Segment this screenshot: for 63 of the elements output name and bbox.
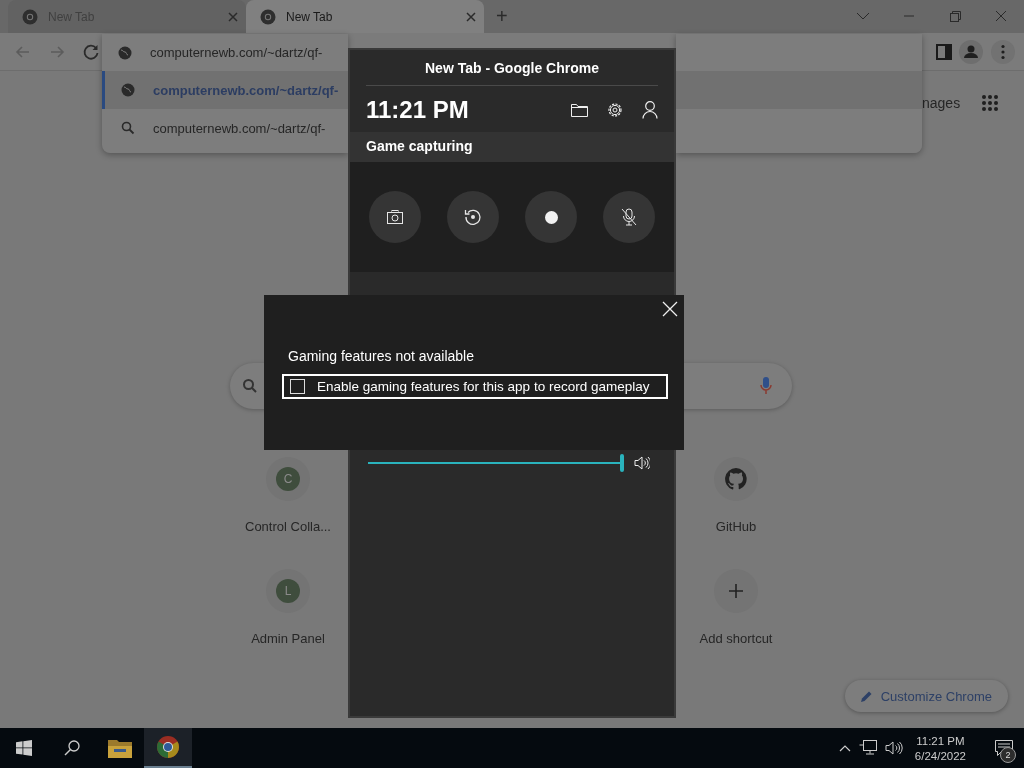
tab-title: New Tab [286, 9, 334, 24]
capture-button[interactable] [525, 191, 577, 243]
message-icon [995, 740, 1013, 756]
shortcut-tile[interactable]: GitHub [680, 449, 792, 541]
apps-grid-icon[interactable] [981, 94, 999, 112]
images-link[interactable]: nages [922, 95, 961, 111]
profile-icon[interactable] [958, 38, 984, 65]
globe-icon [118, 45, 132, 60]
notification-button[interactable]: 2 [984, 728, 1024, 768]
close-icon[interactable] [466, 11, 476, 22]
dialog-heading: Gaming features not available [288, 348, 475, 364]
section-heading: Game capturing [350, 132, 674, 162]
browser-logo-icon [260, 8, 276, 25]
browser-logo-icon [156, 735, 180, 759]
panel-title: New Tab - Google Chrome [366, 50, 658, 86]
address-text: computernewb.com/~dartz/qf- [150, 45, 323, 60]
speaker-icon[interactable] [884, 740, 903, 756]
enable-checkbox[interactable]: Enable gaming features for this app to record gameplay [282, 374, 668, 399]
shortcut-label: Admin Panel [251, 631, 325, 646]
close-icon [662, 301, 678, 317]
shortcut-tile[interactable]: C Control Colla... [232, 449, 344, 541]
browser-tab[interactable]: New Tab [246, 0, 484, 33]
capture-button[interactable] [447, 191, 499, 243]
person-icon[interactable] [642, 101, 658, 119]
folder-icon [108, 738, 132, 758]
capture-button[interactable] [369, 191, 421, 243]
clock-time: 11:21 PM [366, 96, 469, 124]
shortcut-label: GitHub [715, 519, 757, 534]
mic-off-icon [621, 208, 637, 226]
new-tab-button[interactable]: + [490, 5, 514, 28]
suggestion-row[interactable]: computernewb.com/~dartz/qf- [102, 71, 348, 109]
suggestion-row[interactable]: computernewb.com/~dartz/qf- [102, 109, 348, 147]
globe-icon [121, 83, 135, 97]
network-icon[interactable] [858, 740, 877, 756]
folder-icon[interactable] [571, 103, 588, 117]
chevron-up-icon[interactable] [838, 744, 851, 752]
cat-silhouette-icon [724, 467, 748, 491]
camera-icon [387, 210, 403, 224]
notification-count: 2 [1000, 747, 1016, 763]
side-panel-icon[interactable] [936, 43, 952, 60]
customize-button[interactable]: Customize Chrome [844, 680, 1008, 712]
windows-logo-icon [16, 740, 32, 756]
search-icon [121, 121, 135, 135]
site-initial-icon: L [276, 579, 300, 603]
site-initial-icon: C [276, 467, 300, 491]
taskbar-app[interactable] [144, 728, 192, 768]
plus-icon [729, 584, 743, 598]
taskbar-date: 6/24/2022 [914, 749, 966, 762]
shortcut-tile[interactable]: Add shortcut [680, 561, 792, 653]
search-icon [64, 740, 80, 756]
settings-icon[interactable] [606, 101, 624, 119]
replay-icon [464, 208, 482, 226]
search-icon [242, 378, 258, 394]
taskbar-time: 11:21 PM [916, 734, 965, 747]
menu-icon[interactable] [990, 38, 1016, 65]
record-icon [544, 210, 558, 224]
shortcut-label: Add shortcut [699, 631, 773, 646]
shortcut-label: Control Colla... [245, 519, 331, 534]
pencil-icon [860, 690, 873, 702]
speaker-icon [634, 456, 650, 470]
shortcut-tile[interactable]: L Admin Panel [232, 561, 344, 653]
browser-logo-icon [22, 8, 38, 25]
address-bar[interactable]: computernewb.com/~dartz/qf- [102, 34, 348, 71]
